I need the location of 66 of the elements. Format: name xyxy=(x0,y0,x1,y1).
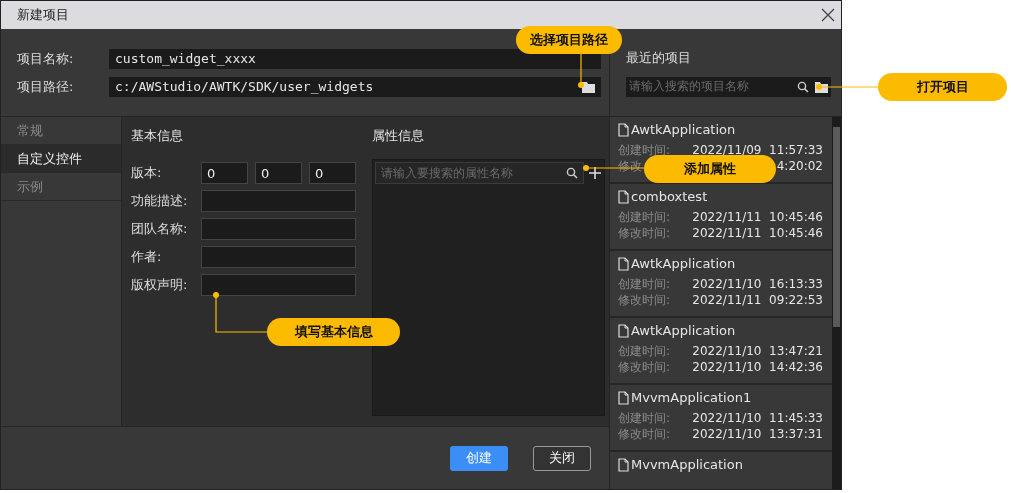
field-label: 团队名称: xyxy=(131,220,189,238)
time-label: 修改时间: xyxy=(618,425,671,443)
folder-icon[interactable] xyxy=(582,80,595,93)
close-button[interactable]: 关闭 xyxy=(533,445,591,471)
project-name: AwtkApplication xyxy=(631,122,736,137)
callout-label: 打开项目 xyxy=(878,73,1007,101)
section-title: 基本信息 xyxy=(131,127,184,145)
time-label: 创建时间: xyxy=(618,342,671,360)
time-value: 2022/11/10 11:45:33 xyxy=(692,411,823,425)
scrollbar[interactable] xyxy=(832,117,841,489)
field-label: 版权声明: xyxy=(131,276,189,294)
version-field[interactable]: 0 xyxy=(255,162,302,184)
callout-label: 选择项目路径 xyxy=(516,26,622,54)
add-icon[interactable] xyxy=(588,166,602,180)
callout-label: 填写基本信息 xyxy=(267,318,400,346)
time-value: 2022/11/10 14:42:36 xyxy=(692,360,823,374)
time-value: 4:20:02 xyxy=(776,159,823,173)
time-value: 2022/11/11 10:45:46 xyxy=(692,210,823,224)
file-icon xyxy=(618,256,629,271)
file-icon xyxy=(618,390,629,405)
field-label: 功能描述: xyxy=(131,192,189,210)
leader-line xyxy=(578,54,584,90)
time-label: 创建时间: xyxy=(618,208,671,226)
file-icon xyxy=(618,323,629,338)
version-field[interactable]: 0 xyxy=(309,162,356,184)
time-value: 2022/11/09 11:57:33 xyxy=(692,143,823,157)
version-field[interactable]: 0 xyxy=(201,162,248,184)
window-title: 新建项目 xyxy=(17,6,69,24)
leader-line xyxy=(816,84,878,90)
project-name: AwtkApplication xyxy=(631,256,736,271)
close-icon[interactable] xyxy=(821,8,835,22)
file-icon xyxy=(618,122,629,137)
field-label: 版本: xyxy=(131,164,163,182)
input-field[interactable] xyxy=(201,190,356,212)
search-icon[interactable] xyxy=(566,167,578,179)
scroll-thumb[interactable] xyxy=(833,127,840,327)
time-value: 2022/11/10 13:37:31 xyxy=(692,427,823,441)
time-label: 修改时间: xyxy=(618,358,671,376)
file-icon xyxy=(618,457,629,472)
section-title: 最近的项目 xyxy=(626,48,692,67)
input-field[interactable] xyxy=(201,218,356,240)
project-name: MvvmApplication1 xyxy=(631,390,752,405)
field-label: 项目路径: xyxy=(17,77,75,96)
input-field[interactable] xyxy=(201,246,356,268)
field-label: 作者: xyxy=(131,248,163,266)
field-label: 项目名称: xyxy=(17,49,75,68)
time-value: 2022/11/10 13:47:21 xyxy=(692,344,823,358)
time-value: 2022/11/11 10:45:46 xyxy=(692,226,823,240)
time-label: 修改时间: xyxy=(618,291,671,309)
path-field[interactable]: c:/AWStudio/AWTK/SDK/user_widgets xyxy=(109,76,601,97)
project-name: MvvmApplication xyxy=(631,457,743,472)
time-label: 修改时间: xyxy=(618,224,671,242)
time-value: 2022/11/11 09:22:53 xyxy=(692,293,823,307)
project-name: AwtkApplication xyxy=(631,323,736,338)
time-value: 2022/11/10 16:13:33 xyxy=(692,277,823,291)
section-title: 属性信息 xyxy=(372,127,425,145)
leader-line xyxy=(213,292,267,334)
file-icon xyxy=(618,189,629,204)
project-name: comboxtest xyxy=(631,189,708,204)
callout-label: 添加属性 xyxy=(644,155,776,183)
time-label: 创建时间: xyxy=(618,409,671,427)
name-field[interactable]: custom_widget_xxxx xyxy=(109,48,601,69)
time-label: 创建时间: xyxy=(618,275,671,293)
nav-item[interactable]: 自定义控件 xyxy=(1,145,121,173)
input-field[interactable] xyxy=(201,274,356,296)
search-icon[interactable] xyxy=(797,80,809,93)
